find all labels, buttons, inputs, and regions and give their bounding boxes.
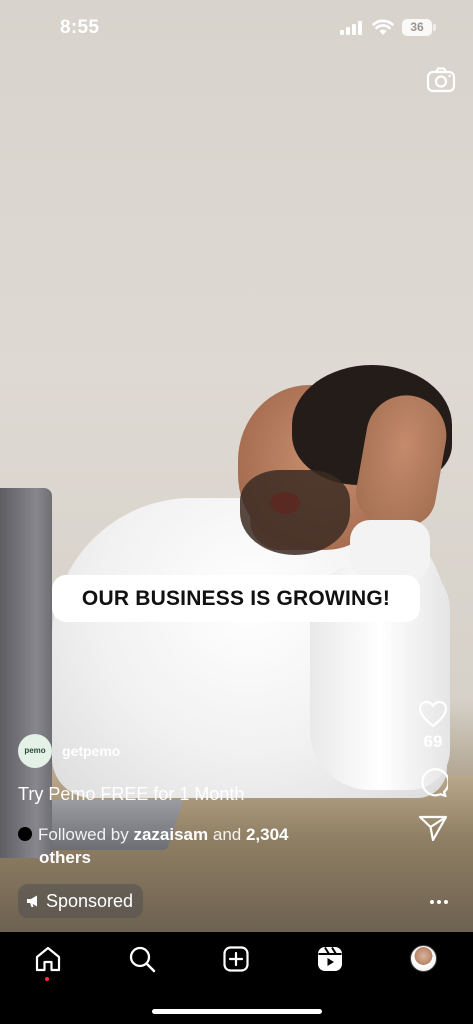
reels-icon[interactable] xyxy=(316,945,344,973)
status-bar: 8:55 36 xyxy=(0,0,473,56)
author-avatar[interactable]: pemo xyxy=(18,734,52,768)
followed-count[interactable]: 2,304 xyxy=(246,825,289,844)
like-action[interactable]: 69 xyxy=(411,700,455,752)
battery-indicator: 36 xyxy=(402,19,432,36)
followed-and: and xyxy=(212,825,242,844)
side-actions: 69 xyxy=(411,700,455,858)
author-username[interactable]: getpemo xyxy=(62,743,120,759)
video-scene-beard xyxy=(240,470,350,555)
send-icon[interactable] xyxy=(418,814,448,842)
search-icon[interactable] xyxy=(128,945,156,973)
reels-screen: 8:55 36 OUR BUSINESS IS GROWING! 69 pemo… xyxy=(0,0,473,1024)
more-dots-icon[interactable] xyxy=(428,890,450,912)
post-caption[interactable]: Try Pemo FREE for 1 Month xyxy=(18,784,244,805)
share-action[interactable] xyxy=(411,814,455,842)
camera-icon[interactable] xyxy=(425,64,457,96)
battery-tip xyxy=(433,24,436,31)
video-caption-overlay: OUR BUSINESS IS GROWING! xyxy=(52,575,420,622)
comment-icon[interactable] xyxy=(418,768,448,798)
wifi-icon xyxy=(372,19,394,35)
heart-icon[interactable] xyxy=(418,700,448,728)
megaphone-icon xyxy=(27,895,37,907)
followed-user[interactable]: zazaisam xyxy=(133,825,208,844)
followed-by-text[interactable]: Followed by zazaisam and 2,304 others xyxy=(18,823,348,869)
followed-prefix: Followed by xyxy=(38,825,129,844)
sponsored-label: Sponsored xyxy=(46,890,134,911)
video-scene-mouth xyxy=(270,492,300,514)
home-icon[interactable] xyxy=(34,945,62,973)
home-indicator xyxy=(152,1009,322,1014)
followed-suffix[interactable]: others xyxy=(39,848,91,867)
cellular-signal-icon xyxy=(340,21,362,35)
status-time: 8:55 xyxy=(60,17,100,38)
profile-avatar[interactable] xyxy=(410,945,437,972)
video-scene-cuff xyxy=(350,520,430,580)
like-count: 69 xyxy=(423,732,443,751)
comment-action[interactable] xyxy=(411,768,455,798)
follower-avatar xyxy=(18,827,32,841)
author-row[interactable]: pemo getpemo xyxy=(18,734,120,768)
notification-dot xyxy=(45,977,49,981)
sponsored-badge[interactable]: Sponsored xyxy=(18,884,144,918)
plus-square-icon[interactable] xyxy=(222,945,250,973)
